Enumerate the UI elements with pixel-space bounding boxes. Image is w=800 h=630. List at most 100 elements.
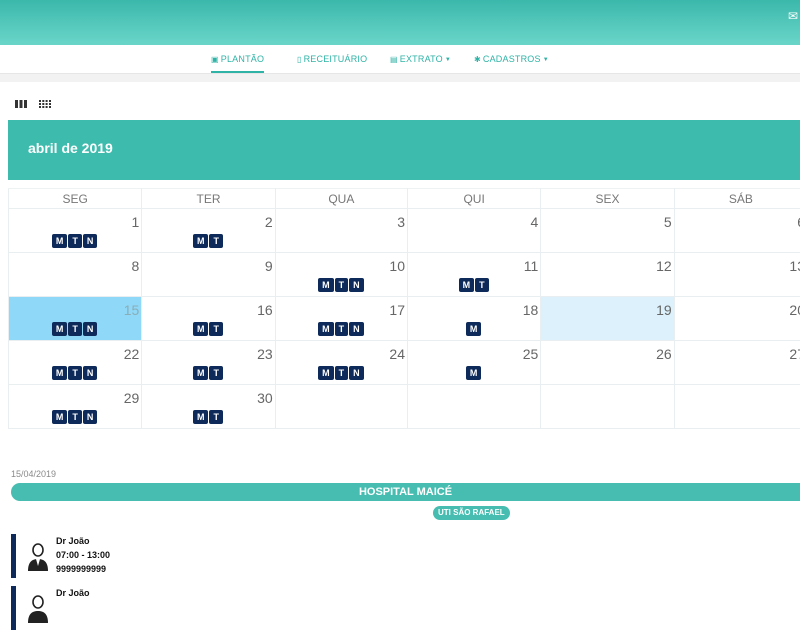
shift-badges: MTN	[276, 278, 407, 292]
calendar-day-cell[interactable]: 27	[674, 341, 800, 385]
calendar-day-cell[interactable]: 5	[541, 209, 674, 253]
shift-badge[interactable]: T	[335, 278, 349, 292]
calendar-day-cell	[674, 385, 800, 429]
calendar-icon: ▣	[211, 55, 219, 64]
grid-view-icon[interactable]	[39, 99, 51, 109]
calendar-day-cell[interactable]: 6	[674, 209, 800, 253]
shift-badge[interactable]: N	[83, 234, 98, 248]
shift-badge[interactable]: T	[209, 410, 223, 424]
shift-badge[interactable]: T	[209, 366, 223, 380]
shift-badge[interactable]: N	[349, 322, 364, 336]
calendar-day-cell[interactable]: 30 MT	[142, 385, 275, 429]
shift-badges: MT	[142, 322, 274, 336]
shift-badge[interactable]: M	[318, 322, 334, 336]
shift-badge[interactable]: T	[475, 278, 489, 292]
day-number: 3	[397, 214, 405, 230]
shift-badge[interactable]: T	[68, 322, 82, 336]
hospital-header[interactable]: HOSPITAL MAICÉ	[11, 483, 800, 501]
tab-extrato[interactable]: ▤EXTRATO▼	[390, 45, 451, 71]
shift-badges: MTN	[9, 322, 141, 336]
day-number: 11	[524, 258, 539, 274]
shift-badge[interactable]: M	[318, 278, 334, 292]
weekday-header: TER	[142, 189, 275, 209]
tab-label: EXTRATO	[400, 54, 443, 64]
shift-badge[interactable]: M	[466, 322, 482, 336]
shift-badge[interactable]: N	[83, 410, 98, 424]
day-number: 18	[523, 302, 539, 318]
shift-badge[interactable]: M	[193, 366, 209, 380]
day-number: 17	[389, 302, 405, 318]
shift-badge[interactable]: M	[52, 234, 68, 248]
calendar-week-row: 15MTN16MT17MTN18M1920	[9, 297, 800, 341]
hospital-name: HOSPITAL MAICÉ	[11, 483, 800, 501]
shift-badge[interactable]: T	[68, 366, 82, 380]
calendar-day-cell[interactable]: 11 MT	[407, 253, 540, 297]
shift-badge[interactable]: T	[335, 366, 349, 380]
shift-badge[interactable]: M	[52, 410, 68, 424]
calendar-day-cell[interactable]: 26	[541, 341, 674, 385]
calendar-day-cell[interactable]: 3	[275, 209, 407, 253]
shift-badge[interactable]: N	[349, 278, 364, 292]
calendar-day-cell[interactable]: 13	[674, 253, 800, 297]
doctor-entry[interactable]: Dr João 07:00 - 13:00 9999999999	[11, 534, 316, 578]
calendar-week-row: 29MTN30MT	[9, 385, 800, 429]
shift-badge[interactable]: T	[68, 234, 82, 248]
shift-badge[interactable]: M	[193, 322, 209, 336]
shift-badge[interactable]: T	[335, 322, 349, 336]
day-number: 24	[389, 346, 405, 362]
calendar-day-cell[interactable]: 1 MTN	[9, 209, 142, 253]
day-number: 10	[389, 258, 405, 274]
calendar-day-cell	[407, 385, 540, 429]
shift-badges: M	[408, 322, 540, 336]
gear-icon: ✱	[474, 55, 481, 64]
calendar-day-cell[interactable]: 20	[674, 297, 800, 341]
day-number: 16	[257, 302, 273, 318]
shift-badge[interactable]: M	[466, 366, 482, 380]
shift-badge[interactable]: T	[209, 322, 223, 336]
shift-badge[interactable]: N	[83, 366, 98, 380]
shift-badge[interactable]: M	[52, 322, 68, 336]
calendar-day-cell[interactable]: 12	[541, 253, 674, 297]
calendar-day-cell[interactable]: 22MTN	[9, 341, 142, 385]
shift-badge[interactable]: N	[83, 322, 98, 336]
column-view-icon[interactable]	[15, 99, 27, 109]
day-number: 30	[257, 390, 273, 406]
day-number: 12	[656, 258, 672, 274]
calendar-day-cell[interactable]: 17 MTN	[275, 297, 407, 341]
tab-receituario[interactable]: ▯RECEITUÁRIO	[297, 45, 367, 71]
tab-plantao[interactable]: ▣PLANTÃO	[211, 45, 264, 73]
shift-badge[interactable]: M	[318, 366, 334, 380]
calendar-day-cell[interactable]: 9	[142, 253, 275, 297]
calendar-day-cell[interactable]: 18 M	[407, 297, 540, 341]
shift-badge[interactable]: M	[459, 278, 475, 292]
calendar-day-cell[interactable]: 25M	[407, 341, 540, 385]
shift-badge[interactable]: M	[52, 366, 68, 380]
calendar-day-cell[interactable]: 19	[541, 297, 674, 341]
day-number: 29	[124, 390, 140, 406]
calendar-day-cell[interactable]: 23MT	[142, 341, 275, 385]
shift-badge[interactable]: M	[193, 234, 209, 248]
shift-badge[interactable]: T	[209, 234, 223, 248]
calendar-day-cell[interactable]: 10 MTN	[275, 253, 407, 297]
day-number: 20	[789, 302, 800, 318]
unit-badge[interactable]: UTI SÃO RAFAEL	[433, 506, 510, 520]
calendar-day-cell[interactable]: 29 MTN	[9, 385, 142, 429]
shift-badge[interactable]: T	[68, 410, 82, 424]
tab-label: CADASTROS	[483, 54, 541, 64]
tab-cadastros[interactable]: ✱CADASTROS▼	[474, 45, 549, 71]
calendar-day-cell[interactable]: 16 MT	[142, 297, 275, 341]
doctor-entry[interactable]: Dr João	[11, 586, 316, 630]
day-number: 1	[132, 214, 140, 230]
day-number: 15	[124, 302, 140, 318]
calendar-day-cell[interactable]: 2MT	[142, 209, 275, 253]
shift-badge[interactable]: M	[193, 410, 209, 424]
calendar-day-cell[interactable]: 4	[407, 209, 540, 253]
shift-badges: MT	[142, 234, 274, 248]
shift-badge[interactable]: N	[349, 366, 364, 380]
mail-icon[interactable]: ✉	[788, 10, 800, 22]
calendar-day-cell[interactable]: 15 MTN	[9, 297, 142, 341]
calendar-day-cell[interactable]: 8	[9, 253, 142, 297]
calendar-day-cell[interactable]: 24 MTN	[275, 341, 407, 385]
shift-badges: MT	[408, 278, 540, 292]
shift-badges: M	[408, 366, 540, 380]
